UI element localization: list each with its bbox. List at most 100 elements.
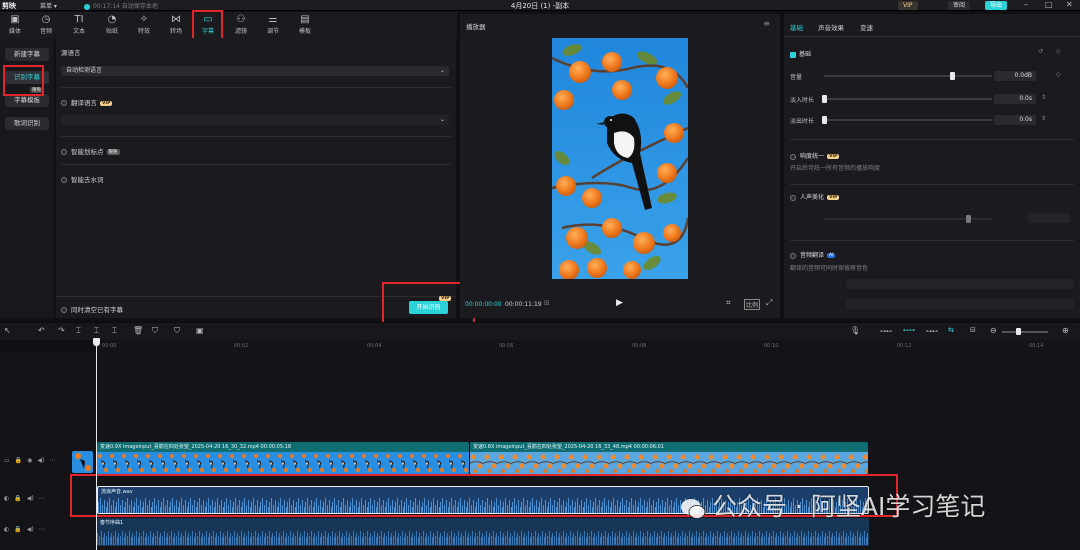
more-icon[interactable]: ⋯ (39, 495, 45, 502)
voice-icon[interactable]: ◐ (4, 495, 9, 502)
tab-template[interactable]: ▤ 模板 (290, 14, 320, 37)
fade-out-value[interactable]: 0.0s (994, 115, 1036, 125)
select-tool-icon[interactable]: ↖ (4, 326, 11, 335)
preview-axis-icon[interactable]: ⇆ (948, 326, 954, 334)
cover-icon[interactable]: ▭ (4, 457, 10, 464)
punctuation-option[interactable]: 智能划标点 限免 (61, 146, 120, 156)
playhead-handle[interactable] (93, 338, 100, 346)
translate-checkbox[interactable] (61, 100, 67, 106)
tab-media[interactable]: ▣ 媒体 (0, 14, 30, 37)
tab-sticker[interactable]: ◔ 贴纸 (97, 14, 127, 37)
playhead[interactable] (93, 338, 100, 550)
lock-icon[interactable]: 🔒 (14, 526, 21, 533)
voice-icon[interactable]: ◐ (4, 526, 9, 533)
ratio-button[interactable]: 比例 (744, 299, 761, 310)
source-language-select[interactable]: 自动检测语言 ⌄ (61, 66, 449, 76)
undo-icon[interactable]: ↶ (38, 326, 45, 335)
voice-beautify-checkbox[interactable] (790, 194, 796, 201)
tab-filter[interactable]: ⚇ 滤镜 (226, 14, 256, 37)
keyframe-icon[interactable]: ◇ (1056, 48, 1061, 55)
clear-existing-checkbox[interactable] (61, 307, 67, 313)
fade-in-value[interactable]: 0.0s (994, 94, 1036, 104)
stepper-icon[interactable]: ⇕ (1041, 115, 1046, 122)
microphone-icon[interactable]: 🎙 (850, 326, 860, 335)
delete-icon[interactable]: 🗑 (133, 326, 143, 335)
split-left-icon[interactable]: ⌶ (94, 326, 99, 336)
more-icon[interactable]: ⋯ (49, 457, 55, 464)
video-clip-1[interactable]: 变速0.9X imageinput_喜鹊在四处张望_2025-04-20 16_… (97, 442, 469, 474)
reset-icon[interactable]: ↺ (1038, 48, 1043, 55)
speaker-icon[interactable]: ◀) (27, 495, 34, 502)
grid-icon[interactable]: ⊞ (544, 299, 550, 307)
keyframe-icon[interactable]: ◇ (1056, 71, 1061, 78)
snap-icon[interactable]: ⊷⊶ (903, 327, 915, 334)
translate-option[interactable]: 翻译语言 VIP (61, 97, 113, 107)
zoom-slider[interactable] (1002, 331, 1048, 333)
nav-lyrics-recognize[interactable]: 歌词识别 (5, 117, 49, 130)
video-preview[interactable] (552, 38, 688, 279)
review-button[interactable]: 审阅 (948, 1, 971, 10)
cover-thumbnail[interactable] (72, 451, 93, 473)
tab-transition[interactable]: ⋈ 转场 (161, 14, 191, 37)
tab-speed[interactable]: 变速 (860, 22, 873, 32)
shield-outline-icon[interactable]: ⛉ (174, 326, 180, 336)
filler-word-option[interactable]: 智能去水词 (61, 174, 104, 184)
tab-text[interactable]: TI 文本 (64, 14, 94, 37)
video-clip-2[interactable]: 变速0.8X imageinput_喜鹊在四处张望_2025-04-20 16_… (469, 442, 868, 474)
tab-adjust[interactable]: ⚌ 调节 (258, 14, 288, 37)
tab-sound-effect[interactable]: 声音效果 (818, 22, 844, 32)
volume-slider[interactable] (824, 75, 992, 77)
fade-in-slider[interactable] (824, 98, 992, 100)
volume-value[interactable]: 0.0dB (994, 71, 1036, 81)
redo-icon[interactable]: ↷ (58, 326, 65, 335)
punctuation-checkbox[interactable] (61, 149, 67, 155)
split-icon[interactable]: ⌶ (76, 326, 81, 336)
voice-beautify-slider-handle[interactable] (966, 215, 971, 223)
vip-button[interactable]: VIP (898, 1, 918, 10)
close-icon[interactable]: ✕ (1066, 0, 1073, 9)
volume-slider-handle[interactable] (950, 72, 955, 80)
more-icon[interactable]: ⋯ (39, 526, 45, 533)
eye-icon[interactable]: ◉ (27, 457, 32, 464)
audio-translate-select[interactable] (846, 279, 1074, 289)
zoom-slider-handle[interactable] (1016, 328, 1021, 335)
split-right-icon[interactable]: ⌶ (112, 326, 117, 336)
fade-in-slider-handle[interactable] (822, 95, 827, 103)
tab-basic[interactable]: 基础 (790, 22, 803, 32)
speaker-icon[interactable]: ◀) (37, 457, 44, 464)
timeline-ruler[interactable]: 00:00 00:02 00:04 00:06 00:08 00:10 00:1… (97, 340, 1080, 352)
audio-translate-select-2[interactable] (846, 299, 1074, 309)
fullscreen-icon[interactable]: ⤢ (766, 298, 772, 308)
caption-track-icon[interactable]: ⊟ (970, 326, 976, 334)
lock-icon[interactable]: 🔒 (14, 495, 21, 502)
loudness-checkbox[interactable] (790, 153, 796, 160)
crop-icon[interactable]: ⌗ (726, 298, 731, 308)
basic-section-toggle[interactable]: 基础 (790, 49, 811, 58)
audio-translate-option[interactable]: 音频翻译 AI (790, 250, 836, 259)
link-icon[interactable]: ⊶⊷ (880, 328, 892, 335)
voice-beautify-option[interactable]: 人声美化 VIP (790, 192, 840, 201)
loudness-option[interactable]: 响度统一 VIP (790, 151, 840, 160)
nav-new-caption[interactable]: 新建字幕 (5, 48, 49, 61)
tab-effects[interactable]: ✧ 特效 (129, 14, 159, 37)
image-icon[interactable]: ▣ (196, 326, 204, 335)
tab-audio[interactable]: ◷ 音频 (31, 14, 61, 37)
minimize-icon[interactable]: – (1024, 0, 1028, 9)
fade-out-slider[interactable] (824, 119, 992, 121)
filler-word-checkbox[interactable] (61, 177, 67, 183)
maximize-icon[interactable]: □ (1045, 0, 1053, 9)
audio-translate-checkbox[interactable] (790, 252, 796, 259)
menu-icon[interactable]: ≡ (763, 19, 770, 28)
voice-beautify-value[interactable] (1028, 213, 1070, 223)
speaker-icon[interactable]: ◀) (27, 526, 34, 533)
shield-icon[interactable]: ⛉ (152, 326, 158, 336)
fade-out-slider-handle[interactable] (822, 116, 827, 124)
play-icon[interactable]: ▶ (616, 298, 623, 308)
lock-icon[interactable]: 🔒 (15, 457, 22, 464)
link2-icon[interactable]: ⊶⊷ (926, 328, 938, 335)
stepper-icon[interactable]: ⇕ (1041, 94, 1046, 101)
export-button[interactable]: 导出 (985, 1, 1008, 10)
clear-existing-option[interactable]: 同时清空已有字幕 (61, 304, 123, 314)
zoom-in-icon[interactable]: ⊕ (1062, 326, 1069, 335)
zoom-out-icon[interactable]: ⊖ (990, 326, 997, 335)
